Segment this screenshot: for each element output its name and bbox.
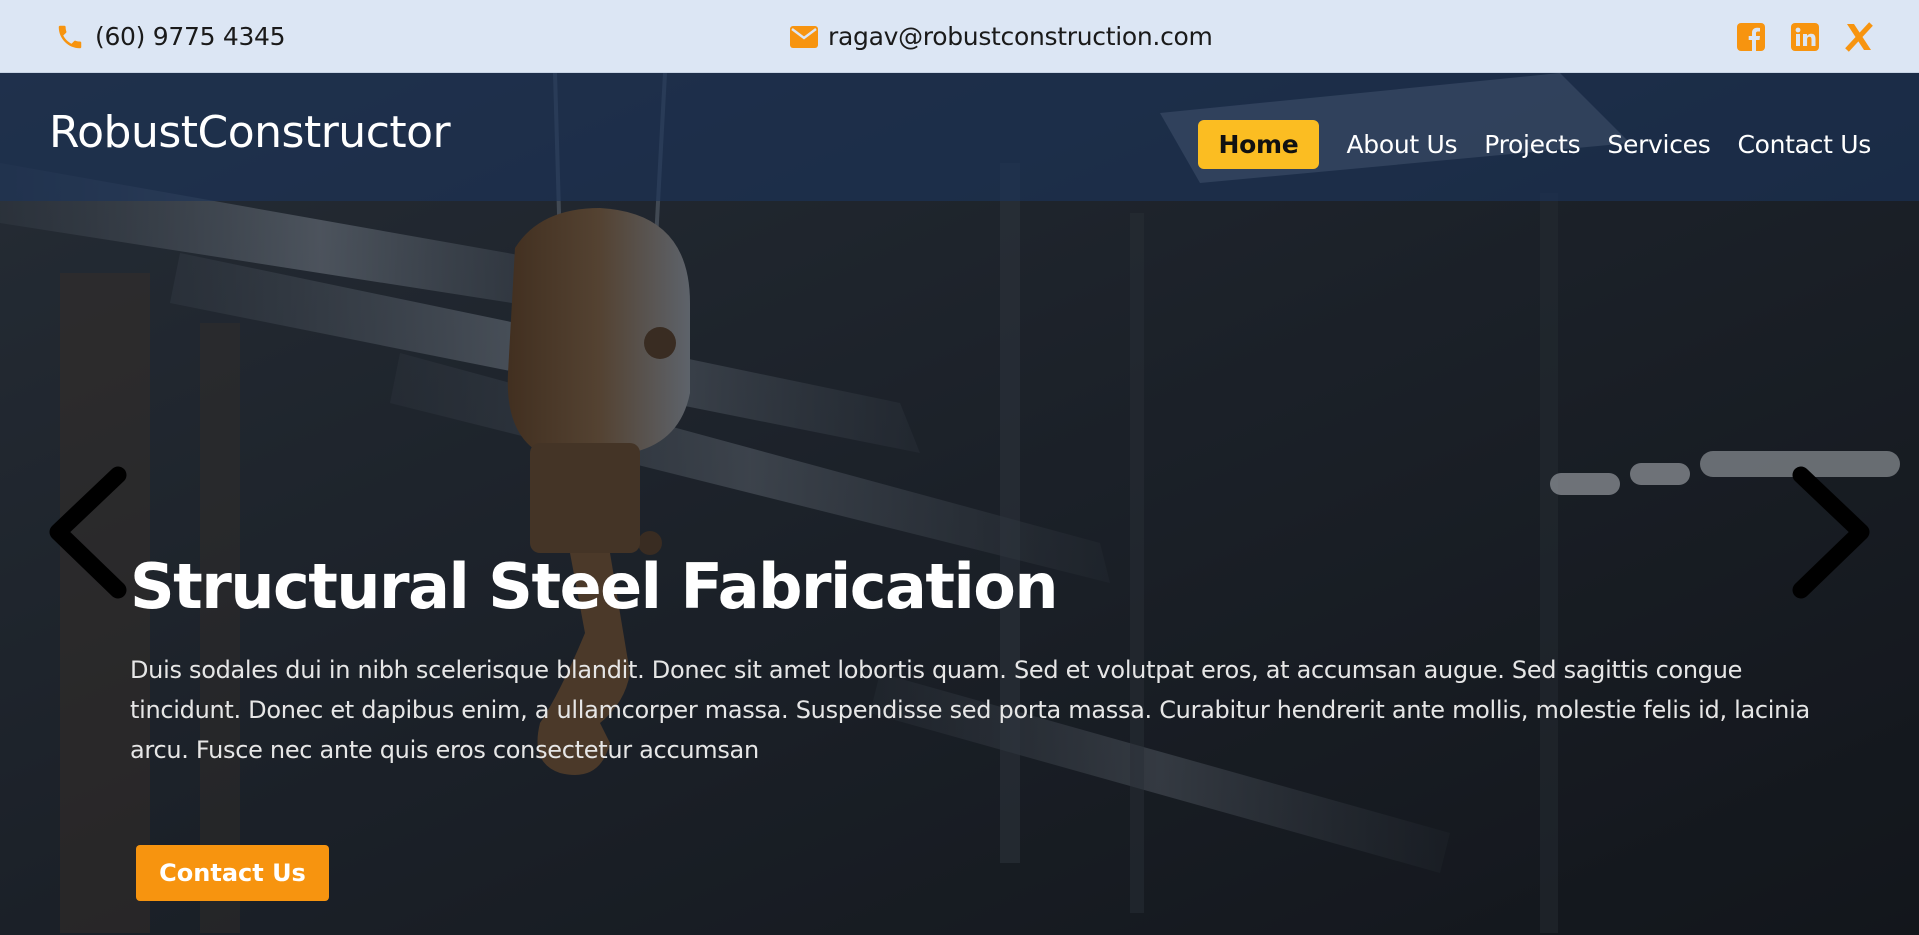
envelope-icon [790, 25, 818, 49]
carousel-next-button[interactable] [1789, 465, 1879, 600]
phone-number: (60) 9775 4345 [95, 22, 286, 51]
contact-us-button[interactable]: Contact Us [136, 845, 329, 901]
phone-contact[interactable]: (60) 9775 4345 [55, 0, 286, 73]
chevron-left-icon [49, 466, 127, 599]
phone-icon [55, 22, 85, 52]
email-contact[interactable]: ragav@robustconstruction.com [790, 0, 1213, 73]
nav-item-contact-us[interactable]: Contact Us [1737, 130, 1871, 159]
facebook-icon[interactable] [1736, 22, 1766, 52]
hero-slider [0, 73, 1919, 935]
nav-item-home[interactable]: Home [1197, 120, 1320, 169]
linkedin-icon[interactable] [1790, 22, 1820, 52]
x-icon[interactable] [1844, 21, 1874, 52]
slide-title: Structural Steel Fabrication [130, 550, 1059, 623]
nav-item-projects[interactable]: Projects [1484, 130, 1580, 159]
main-navbar: RobustConstructor Home About Us Projects… [0, 73, 1919, 201]
chevron-right-icon [1792, 466, 1870, 599]
site-logo-text[interactable]: RobustConstructor [49, 107, 451, 158]
social-links [1736, 0, 1874, 73]
top-contact-bar: (60) 9775 4345 ragav@robustconstruction.… [0, 0, 1919, 73]
email-address: ragav@robustconstruction.com [828, 22, 1213, 51]
hero-overlay [0, 73, 1919, 935]
carousel-prev-button[interactable] [40, 465, 130, 600]
nav-item-services[interactable]: Services [1607, 130, 1710, 159]
slide-description: Duis sodales dui in nibh scelerisque bla… [130, 656, 1810, 764]
main-nav: Home About Us Projects Services Contact … [1197, 120, 1871, 169]
nav-item-about-us[interactable]: About Us [1346, 130, 1457, 159]
